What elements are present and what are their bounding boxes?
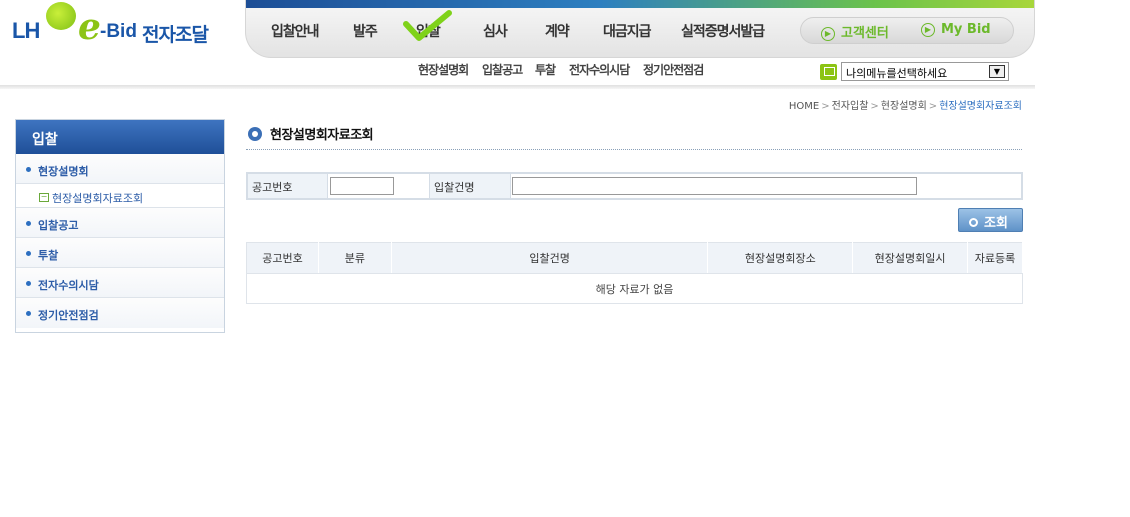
search-button-label: 조회	[984, 216, 1008, 231]
search-icon	[969, 218, 978, 227]
lnb-sub-item-briefing-data[interactable]: − 현장설명회자료조회	[16, 184, 224, 208]
header-divider	[0, 85, 1035, 89]
result-table: 공고번호 분류 입찰건명 현장설명회장소 현장설명회일시 자료등록 해당 자료가…	[246, 242, 1023, 304]
chevron-right-icon: >	[870, 101, 879, 112]
left-menu: 입찰 현장설명회 − 현장설명회자료조회 입찰공고 투찰 전자수의시담 정기안전…	[15, 119, 225, 333]
my-bid-label: My Bid	[941, 22, 991, 37]
subnav-bid-notice[interactable]: 입찰공고	[482, 61, 523, 78]
customer-center-label: 고객센터	[841, 26, 889, 41]
notice-no-label: 공고번호	[248, 174, 328, 198]
gnb-quick-links: ▶ 고객센터 ▶ My Bid	[800, 17, 1014, 44]
play-circle-icon: ▶	[921, 23, 935, 37]
logo-e-text: e	[78, 6, 101, 48]
lnb-item-site-briefing[interactable]: 현장설명회	[16, 154, 224, 184]
customer-center-button[interactable]: ▶ 고객센터	[821, 22, 889, 41]
global-nav: 입찰안내 발주 입찰 심사 계약 대금지급 실적증명서발급 ▶ 고객센터 ▶ My …	[245, 0, 1035, 58]
chevron-down-icon[interactable]: ▼	[989, 65, 1005, 78]
lnb-item-label: 정기안전점검	[38, 309, 99, 322]
site-logo[interactable]: LH e -Bid 전자조달	[12, 2, 232, 52]
my-menu-selected-label: 나의메뉴를선택하세요	[846, 67, 948, 80]
play-circle-icon: ▶	[821, 27, 835, 41]
logo-korean-text: 전자조달	[142, 24, 209, 46]
lnb-item-label: 전자수의시담	[38, 279, 99, 292]
breadcrumb-current: 현장설명회자료조회	[939, 101, 1022, 112]
lnb-item-safety-inspection[interactable]: 정기안전점검	[16, 298, 224, 328]
empty-message: 해당 자료가 없음	[595, 282, 674, 296]
lnb-item-tender[interactable]: 투찰	[16, 238, 224, 268]
lnb-item-label: 입찰공고	[38, 219, 79, 232]
search-button[interactable]: 조회	[958, 208, 1023, 232]
subnav-safety-inspection[interactable]: 정기안전점검	[643, 61, 704, 78]
column-header: 현장설명회장소	[707, 242, 854, 274]
my-menu-select[interactable]: 나의메뉴를선택하세요 ▼	[841, 62, 1009, 81]
subnav-tender[interactable]: 투찰	[535, 61, 556, 78]
column-header: 공고번호	[246, 242, 319, 274]
subnav-site-briefing[interactable]: 현장설명회	[418, 61, 469, 78]
bullet-icon	[26, 167, 31, 172]
gnb-item-order[interactable]: 발주	[353, 21, 378, 41]
lnb-sub-item-label: 현장설명회자료조회	[52, 192, 144, 205]
gnb-item-review[interactable]: 심사	[483, 21, 508, 41]
bid-name-input[interactable]	[512, 177, 917, 195]
notice-no-input[interactable]	[330, 177, 394, 195]
logo-leaf-icon	[46, 2, 76, 30]
minus-box-icon: −	[39, 192, 49, 202]
column-header: 현장설명회일시	[852, 242, 969, 274]
column-header: 입찰건명	[391, 242, 709, 274]
subnav-negotiation[interactable]: 전자수의시담	[569, 61, 630, 78]
title-divider	[246, 149, 1022, 150]
column-header: 분류	[318, 242, 392, 274]
gnb-item-payment[interactable]: 대금지급	[603, 21, 652, 41]
bullet-icon	[26, 311, 31, 316]
table-header-row: 공고번호 분류 입찰건명 현장설명회장소 현장설명회일시 자료등록	[246, 242, 1023, 274]
breadcrumb-home[interactable]: HOME	[789, 101, 819, 112]
bullet-icon	[26, 281, 31, 286]
gnb-item-bid-guide[interactable]: 입찰안내	[271, 21, 320, 41]
chevron-right-icon: >	[821, 101, 830, 112]
lnb-item-label: 현장설명회	[38, 165, 89, 178]
active-check-icon	[403, 10, 452, 41]
logo-lh-text: LH	[12, 18, 40, 43]
my-bid-button[interactable]: ▶ My Bid	[921, 22, 991, 37]
lnb-item-bid-notice[interactable]: 입찰공고	[16, 208, 224, 238]
monitor-icon	[820, 64, 837, 80]
gnb-item-certificate[interactable]: 실적증명서발급	[681, 21, 765, 41]
title-bullet-icon	[248, 127, 262, 141]
gnb-item-contract[interactable]: 계약	[545, 21, 570, 41]
page-title: 현장설명회자료조회	[270, 128, 374, 143]
gnb-color-bar	[246, 0, 1034, 8]
search-form: 공고번호 입찰건명	[246, 172, 1023, 200]
chevron-right-icon: >	[928, 101, 938, 112]
breadcrumb-item[interactable]: 전자입찰	[832, 101, 869, 112]
column-header: 자료등록	[967, 242, 1023, 274]
bid-name-label: 입찰건명	[429, 174, 511, 198]
logo-bid-text: -Bid	[100, 21, 137, 42]
bullet-icon	[26, 251, 31, 256]
lnb-item-label: 투찰	[38, 249, 59, 262]
lnb-item-negotiation[interactable]: 전자수의시담	[16, 268, 224, 298]
left-menu-title: 입찰	[16, 120, 224, 154]
breadcrumb: HOME > 전자입찰 > 현장설명회 > 현장설명회자료조회	[789, 97, 1022, 112]
breadcrumb-item[interactable]: 현장설명회	[881, 101, 927, 112]
bullet-icon	[26, 221, 31, 226]
table-row: 해당 자료가 없음	[247, 274, 1023, 304]
